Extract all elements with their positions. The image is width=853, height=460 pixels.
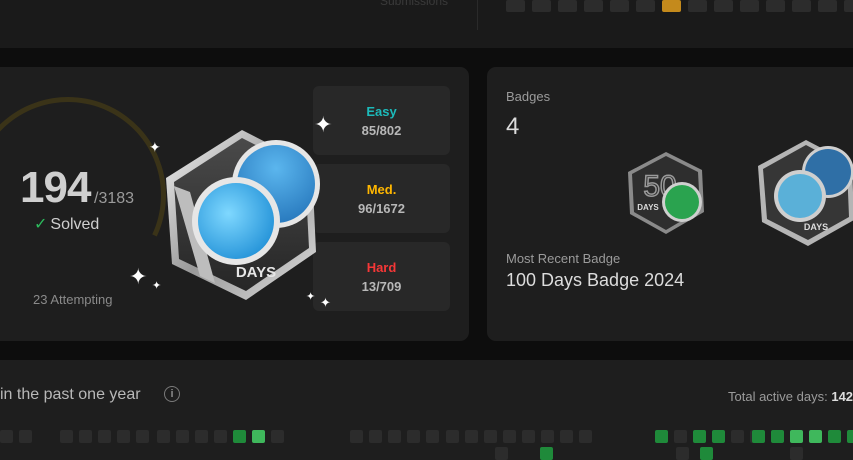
- sparkle-icon: ✦: [306, 291, 316, 303]
- heatmap-cell[interactable]: [712, 430, 725, 443]
- badge-caption: DAYS: [637, 203, 659, 212]
- featured-badge-icon[interactable]: DAYS: [160, 126, 330, 306]
- heatmap-cell[interactable]: [503, 430, 516, 443]
- heatmap-cell[interactable]: [0, 430, 13, 443]
- heatmap-cell[interactable]: [195, 430, 208, 443]
- heatmap-cell[interactable]: [579, 430, 592, 443]
- difficulty-name: Hard: [366, 260, 397, 275]
- heatmap-cell[interactable]: [136, 430, 149, 443]
- heatmap-cell[interactable]: [176, 430, 189, 443]
- solved-count: 194: [20, 163, 91, 212]
- heatmap-cell[interactable]: [426, 430, 439, 443]
- activity-heatmap-card: [0, 360, 853, 460]
- heatmap-cell[interactable]: [790, 447, 803, 460]
- calendar-square: [818, 0, 837, 12]
- sparkle-icon: ✦: [149, 139, 161, 155]
- heatmap-cell[interactable]: [560, 430, 573, 443]
- heatmap-cell[interactable]: [674, 430, 687, 443]
- solved-label: Solved: [50, 216, 100, 233]
- calendar-square: [740, 0, 759, 12]
- heatmap-cell[interactable]: [252, 430, 265, 443]
- most-recent-badge-label: Most Recent Badge: [506, 251, 621, 266]
- badge-caption: DAYS: [804, 222, 828, 232]
- heatmap-cell[interactable]: [731, 430, 744, 443]
- faded-label: Submissions: [380, 0, 449, 8]
- sparkle-icon: ✦: [129, 264, 148, 289]
- active-days-label: Total active days:: [728, 389, 828, 404]
- heatmap-cell[interactable]: [847, 430, 853, 443]
- badges-title: Badges: [506, 89, 551, 104]
- heatmap-cell[interactable]: [388, 430, 401, 443]
- heatmap-cell[interactable]: [350, 430, 363, 443]
- badge-50-days-icon[interactable]: 50 DAYS: [626, 150, 706, 236]
- heatmap-cell[interactable]: [465, 430, 478, 443]
- heatmap-cell[interactable]: [446, 430, 459, 443]
- calendar-square: [844, 0, 853, 12]
- solved-total: /3183: [94, 190, 135, 207]
- heatmap-cell[interactable]: [522, 430, 535, 443]
- heatmap-cell[interactable]: [809, 430, 822, 443]
- calendar-square: [662, 0, 681, 12]
- heatmap-cell[interactable]: [790, 430, 803, 443]
- difficulty-medium[interactable]: Med. 96/1672: [313, 164, 450, 233]
- badge-caption: DAYS: [236, 264, 276, 281]
- heatmap-cell[interactable]: [214, 430, 227, 443]
- divider: [477, 0, 478, 30]
- heatmap-cell[interactable]: [271, 430, 284, 443]
- heatmap-cell[interactable]: [693, 430, 706, 443]
- calendar-square: [610, 0, 629, 12]
- badges-count: 4: [506, 113, 520, 140]
- difficulty-value: 85/802: [361, 123, 402, 138]
- heatmap-cell[interactable]: [79, 430, 92, 443]
- heatmap-cell[interactable]: [157, 430, 170, 443]
- heatmap-cell[interactable]: [369, 430, 382, 443]
- heatmap-cell[interactable]: [98, 430, 111, 443]
- calendar-square: [714, 0, 733, 12]
- heatmap-cell[interactable]: [19, 430, 32, 443]
- calendar-square: [532, 0, 551, 12]
- calendar-square: [558, 0, 577, 12]
- heatmap-cell[interactable]: [676, 447, 689, 460]
- difficulty-value: 13/709: [361, 279, 402, 294]
- difficulty-name: Easy: [366, 104, 397, 119]
- calendar-square: [636, 0, 655, 12]
- heatmap-cell[interactable]: [752, 430, 765, 443]
- active-days-value: 142: [831, 389, 853, 404]
- heatmap-cell[interactable]: [771, 430, 784, 443]
- calendar-square: [506, 0, 525, 12]
- difficulty-value: 96/1672: [358, 201, 405, 216]
- calendar-square: [584, 0, 603, 12]
- attempting-count: 23 Attempting: [33, 292, 113, 307]
- heatmap-cell[interactable]: [540, 447, 553, 460]
- difficulty-hard[interactable]: Hard 13/709: [313, 242, 450, 311]
- calendar-square: [766, 0, 785, 12]
- heatmap-cell[interactable]: [495, 447, 508, 460]
- check-icon: ✓: [34, 216, 48, 233]
- heatmap-cell[interactable]: [828, 430, 841, 443]
- calendar-square: [792, 0, 811, 12]
- difficulty-name: Med.: [366, 182, 397, 197]
- sparkle-icon: ✦: [314, 112, 333, 137]
- heatmap-cell[interactable]: [60, 430, 73, 443]
- heatmap-cell[interactable]: [541, 430, 554, 443]
- most-recent-badge-name[interactable]: 100 Days Badge 2024: [506, 270, 684, 291]
- sparkle-icon: ✦: [320, 295, 331, 310]
- badge-100-days-icon[interactable]: DAYS: [756, 138, 853, 248]
- heatmap-cell[interactable]: [233, 430, 246, 443]
- total-active-days: Total active days: 142: [728, 389, 853, 404]
- info-icon[interactable]: i: [164, 386, 180, 402]
- calendar-square: [688, 0, 707, 12]
- sparkle-icon: ✦: [152, 280, 162, 292]
- heatmap-cell[interactable]: [484, 430, 497, 443]
- heatmap-cell[interactable]: [407, 430, 420, 443]
- submission-calendar-strip: Submissions: [0, 0, 853, 48]
- heatmap-cell[interactable]: [117, 430, 130, 443]
- heatmap-cell[interactable]: [655, 430, 668, 443]
- heatmap-cell[interactable]: [700, 447, 713, 460]
- solved-label-row: ✓ Solved: [34, 214, 99, 234]
- difficulty-easy[interactable]: Easy 85/802: [313, 86, 450, 155]
- heatmap-title: in the past one year: [0, 386, 141, 403]
